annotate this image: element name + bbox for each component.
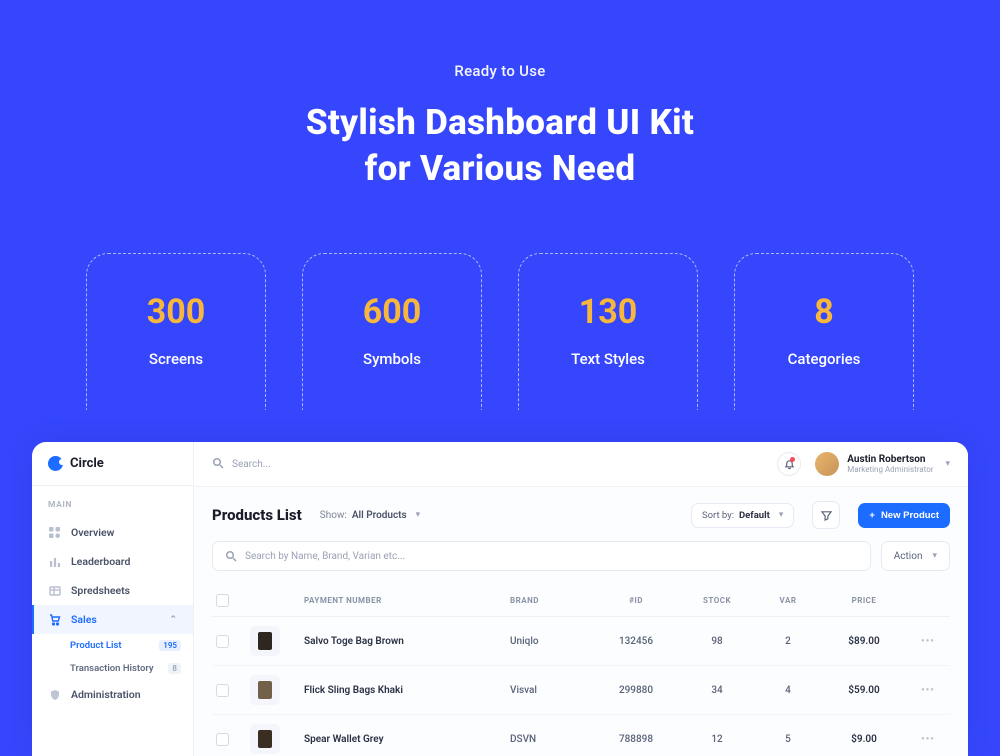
dashboard-panel: Circle MAIN Overview Leaderboard Spredsh…	[32, 442, 968, 756]
product-price: $9.00	[824, 734, 904, 745]
nav-label: Leaderboard	[71, 555, 130, 568]
chevron-down-icon: ▾	[945, 459, 950, 469]
nav-label: Overview	[71, 526, 114, 539]
table-search[interactable]: Search by Name, Brand, Varian etc...	[212, 541, 871, 571]
stat-value: 300	[97, 292, 255, 332]
product-var: 5	[758, 734, 818, 745]
product-id: 299880	[596, 685, 676, 696]
product-name: Salvo Toge Bag Brown	[304, 636, 504, 647]
stat-label: Screens	[97, 350, 255, 368]
hero-kicker: Ready to Use	[0, 62, 1000, 80]
product-id: 132456	[596, 636, 676, 647]
stat-card: 300 Screens	[86, 253, 266, 410]
search-placeholder: Search...	[232, 459, 271, 470]
filter-button[interactable]	[812, 501, 840, 529]
chevron-down-icon: ▾	[416, 510, 421, 520]
count-badge: 195	[159, 640, 181, 651]
logo-icon	[48, 456, 63, 471]
global-search[interactable]: Search...	[212, 457, 763, 472]
sidebar-item-administration[interactable]: Administration	[32, 680, 193, 709]
stat-value: 600	[313, 292, 471, 332]
product-stock: 12	[682, 734, 752, 745]
show-filter[interactable]: Show: All Products ▾	[320, 510, 420, 521]
app-name: Circle	[70, 456, 104, 471]
user-menu[interactable]: Austin Robertson Marketing Administrator…	[815, 452, 950, 476]
sidebar-item-sales[interactable]: Sales ⌃	[32, 605, 193, 634]
row-actions-button[interactable]: •••	[910, 636, 946, 647]
user-name: Austin Robertson	[847, 454, 933, 465]
select-all-checkbox[interactable]	[216, 594, 229, 607]
product-brand: Uniqlo	[510, 636, 590, 647]
stat-card: 8 Categories	[734, 253, 914, 410]
avatar	[815, 452, 839, 476]
search-icon	[212, 457, 224, 472]
count-badge: 8	[168, 663, 181, 674]
search-icon	[225, 550, 237, 562]
shield-icon	[48, 688, 61, 701]
subnav-label: Product List	[70, 640, 122, 651]
sidebar-item-leaderboard[interactable]: Leaderboard	[32, 547, 193, 576]
cart-icon	[48, 613, 61, 626]
row-actions-button[interactable]: •••	[910, 685, 946, 696]
table-row[interactable]: Salvo Toge Bag Brown Uniqlo 132456 98 2 …	[212, 617, 950, 666]
notifications-button[interactable]	[777, 452, 801, 476]
stat-label: Text Styles	[529, 350, 687, 368]
product-var: 4	[758, 685, 818, 696]
product-id: 788898	[596, 734, 676, 745]
row-checkbox[interactable]	[216, 733, 229, 746]
stat-card: 130 Text Styles	[518, 253, 698, 410]
action-dropdown[interactable]: Action ▾	[881, 541, 950, 571]
product-var: 2	[758, 636, 818, 647]
row-actions-button[interactable]: •••	[910, 734, 946, 745]
sort-dropdown[interactable]: Sort by: Default ▾	[691, 503, 794, 528]
stat-label: Categories	[745, 350, 903, 368]
table-icon	[48, 584, 61, 597]
user-role: Marketing Administrator	[847, 465, 933, 474]
product-stock: 98	[682, 636, 752, 647]
nav-label: Spredsheets	[71, 584, 130, 597]
chart-icon	[48, 555, 61, 568]
product-price: $59.00	[824, 685, 904, 696]
table-header: PAYMENT NUMBER BRAND #ID STOCK VAR PRICE	[212, 585, 950, 617]
product-name: Flick Sling Bags Khaki	[304, 685, 504, 696]
table-row[interactable]: Spear Wallet Grey DSVN 788898 12 5 $9.00…	[212, 715, 950, 756]
subnav-product-list[interactable]: Product List 195	[32, 634, 193, 657]
product-stock: 34	[682, 685, 752, 696]
chevron-down-icon: ▾	[779, 510, 784, 520]
new-product-button[interactable]: + New Product	[858, 503, 950, 528]
product-brand: DSVN	[510, 734, 590, 745]
product-thumbnail	[250, 724, 280, 754]
row-checkbox[interactable]	[216, 684, 229, 697]
sidebar-item-overview[interactable]: Overview	[32, 518, 193, 547]
hero-headline: Stylish Dashboard UI Kit for Various Nee…	[0, 100, 1000, 191]
nav-label: Administration	[71, 688, 141, 701]
chevron-up-icon: ⌃	[169, 615, 177, 625]
sidebar-item-spreadsheets[interactable]: Spredsheets	[32, 576, 193, 605]
product-thumbnail	[250, 675, 280, 705]
subnav-label: Transaction History	[70, 663, 154, 674]
subnav-transaction-history[interactable]: Transaction History 8	[32, 657, 193, 680]
chevron-down-icon: ▾	[932, 551, 937, 561]
product-thumbnail	[250, 626, 280, 656]
filter-icon	[821, 510, 832, 521]
stat-card: 600 Symbols	[302, 253, 482, 410]
sidebar-section-label: MAIN	[32, 486, 193, 518]
row-checkbox[interactable]	[216, 635, 229, 648]
product-brand: Visval	[510, 685, 590, 696]
plus-icon: +	[869, 510, 875, 521]
stat-label: Symbols	[313, 350, 471, 368]
product-name: Spear Wallet Grey	[304, 734, 504, 745]
app-logo[interactable]: Circle	[32, 442, 193, 486]
page-title: Products List	[212, 506, 302, 524]
stat-value: 130	[529, 292, 687, 332]
product-price: $89.00	[824, 636, 904, 647]
grid-icon	[48, 526, 61, 539]
nav-label: Sales	[71, 613, 97, 626]
stat-value: 8	[745, 292, 903, 332]
table-row[interactable]: Flick Sling Bags Khaki Visval 299880 34 …	[212, 666, 950, 715]
